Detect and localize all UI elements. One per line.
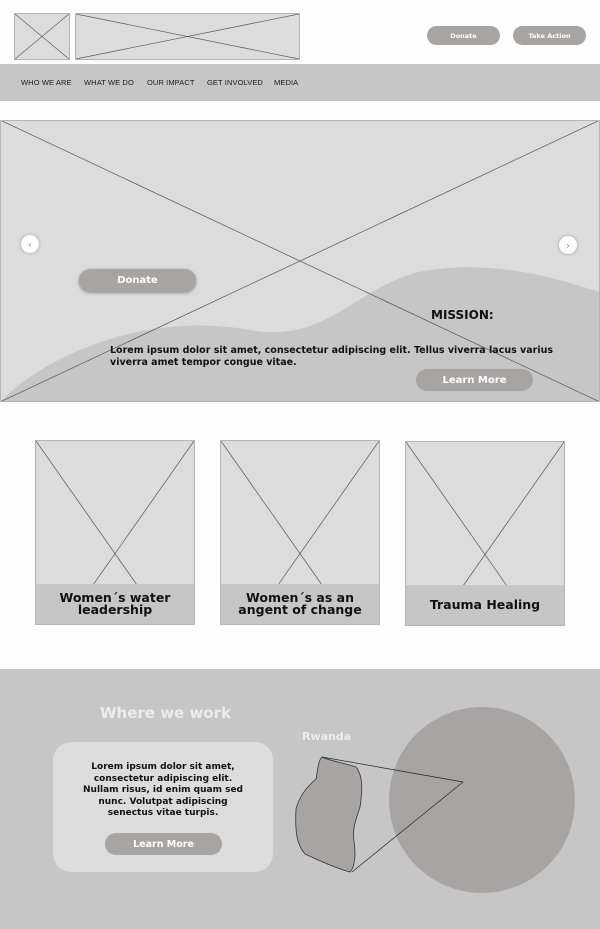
mission-title: MISSION: (431, 308, 494, 322)
nav-our-impact[interactable]: OUR IMPACT (147, 64, 195, 101)
header-donate-button[interactable]: Donate (427, 26, 500, 45)
hero-learn-more-button[interactable]: Learn More (416, 369, 533, 391)
map-zoom-circle (389, 707, 575, 893)
program-card[interactable]: Women´s water leadership (35, 440, 195, 625)
take-action-button[interactable]: Take Action (513, 26, 586, 45)
rwanda-shape (295, 756, 363, 873)
card-title: Women´s as an angent of change (221, 584, 379, 624)
nav-what-we-do[interactable]: WHAT WE DO (84, 64, 134, 101)
nav-media[interactable]: MEDIA (274, 64, 298, 101)
carousel-next-arrow[interactable]: › (559, 236, 577, 254)
banner-placeholder (75, 13, 300, 60)
card-title: Women´s water leadership (36, 584, 194, 624)
program-card[interactable]: Trauma Healing (405, 441, 565, 626)
rwanda-map (295, 707, 575, 893)
logo-placeholder[interactable] (14, 13, 70, 60)
chevron-right-icon: › (566, 240, 570, 250)
mission-text: Lorem ipsum dolor sit amet, consectetur … (110, 345, 554, 368)
hero-carousel: ‹ › Donate MISSION: Lorem ipsum dolor si… (0, 120, 600, 402)
chevron-left-icon: ‹ (28, 239, 32, 249)
where-we-work-section: Where we work Rwanda Lorem ipsum dolor s… (0, 669, 600, 929)
carousel-prev-arrow[interactable]: ‹ (21, 235, 39, 253)
hero-donate-button[interactable]: Donate (79, 269, 196, 292)
program-card[interactable]: Women´s as an angent of change (220, 440, 380, 625)
nav-who-we-are[interactable]: WHO WE ARE (21, 64, 72, 101)
main-nav: WHO WE ARE WHAT WE DO OUR IMPACT GET INV… (0, 64, 600, 101)
card-title: Trauma Healing (406, 585, 564, 625)
nav-get-involved[interactable]: GET INVOLVED (207, 64, 263, 101)
